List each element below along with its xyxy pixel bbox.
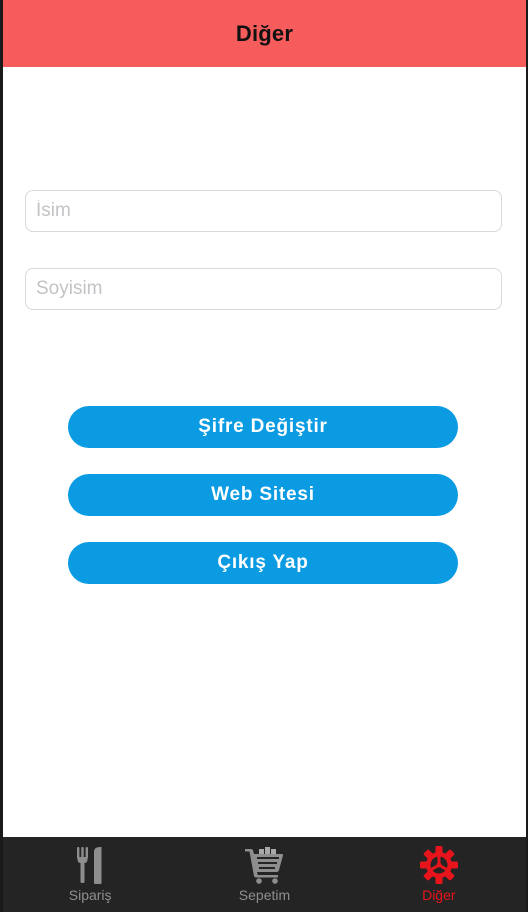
tab-bar: Sipariş Sepetim Diğer bbox=[3, 837, 526, 912]
tab-sepetim[interactable]: Sepetim bbox=[177, 837, 351, 912]
navigation-bar: Diğer bbox=[3, 0, 526, 67]
page-title: Diğer bbox=[235, 20, 294, 46]
tab-diger-label: Diğer bbox=[422, 887, 456, 903]
tab-diger[interactable]: Diğer bbox=[352, 837, 526, 912]
website-button[interactable]: Web Sitesi bbox=[68, 474, 458, 516]
logout-button[interactable]: Çıkış Yap bbox=[68, 542, 458, 584]
website-label: Web Sitesi bbox=[211, 484, 315, 505]
screen: Diğer Şifre Değiştir Web Sitesi Çıkış Ya… bbox=[3, 0, 526, 912]
surname-input[interactable] bbox=[25, 268, 502, 310]
logout-label: Çıkış Yap bbox=[217, 552, 309, 573]
cart-icon bbox=[244, 846, 284, 884]
gear-icon bbox=[419, 846, 459, 884]
tab-siparis-label: Sipariş bbox=[68, 887, 112, 903]
name-input[interactable] bbox=[25, 190, 502, 232]
tab-siparis[interactable]: Sipariş bbox=[3, 837, 177, 912]
change-password-button[interactable]: Şifre Değiştir bbox=[68, 406, 458, 448]
tab-sepetim-label: Sepetim bbox=[238, 887, 291, 903]
change-password-label: Şifre Değiştir bbox=[198, 416, 328, 437]
fork-knife-icon bbox=[70, 846, 110, 884]
